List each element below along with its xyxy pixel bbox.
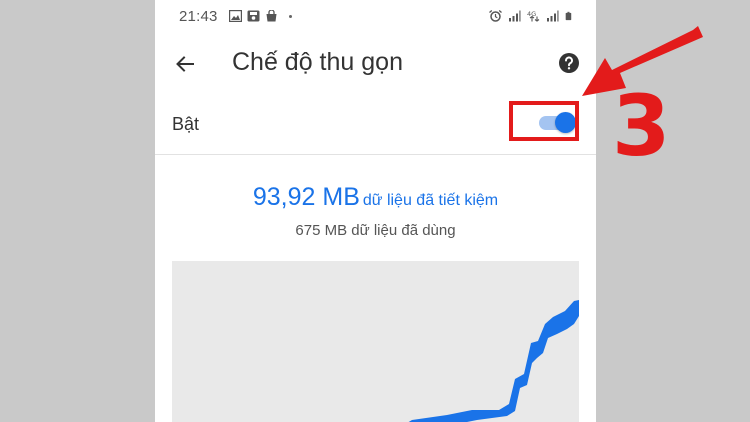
page-title: Chế độ thu gọn (232, 48, 403, 76)
alarm-icon (489, 10, 502, 22)
status-bar: 21:43 4G (155, 0, 596, 34)
phone-screen: 21:43 4G Chế độ thu gọn Bật 93,92 MB dữ … (155, 0, 596, 422)
image-icon (229, 10, 242, 22)
data-usage-chart-graphic (408, 300, 579, 422)
annotation-highlight-box (509, 101, 579, 141)
data-used-text: 675 MB dữ liệu đã dùng (295, 222, 456, 239)
status-left-icons (229, 10, 292, 22)
saved-suffix: dữ liệu đã tiết kiệm (362, 192, 499, 209)
status-time: 21:43 (179, 8, 218, 25)
notification-dot (289, 14, 292, 18)
signal-icon (509, 10, 521, 22)
save-icon (247, 10, 260, 22)
usage-line (408, 300, 579, 422)
data-saved-summary: 93,92 MB dữ liệu đã tiết kiệm (155, 183, 596, 212)
annotation-step-number: 3 (612, 77, 671, 175)
setting-label: Bật (172, 114, 200, 134)
arrow-back-icon[interactable] (173, 52, 197, 76)
network-4g-icon: 4G (527, 10, 540, 22)
toolbar: Chế độ thu gọn (155, 40, 596, 90)
signal-icon-2 (547, 10, 559, 22)
bag-icon (266, 10, 277, 22)
screenshot-frame: 21:43 4G Chế độ thu gọn Bật 93,92 MB dữ … (0, 0, 750, 422)
data-usage-chart (172, 261, 579, 422)
saved-amount: 93,92 MB (252, 183, 360, 211)
